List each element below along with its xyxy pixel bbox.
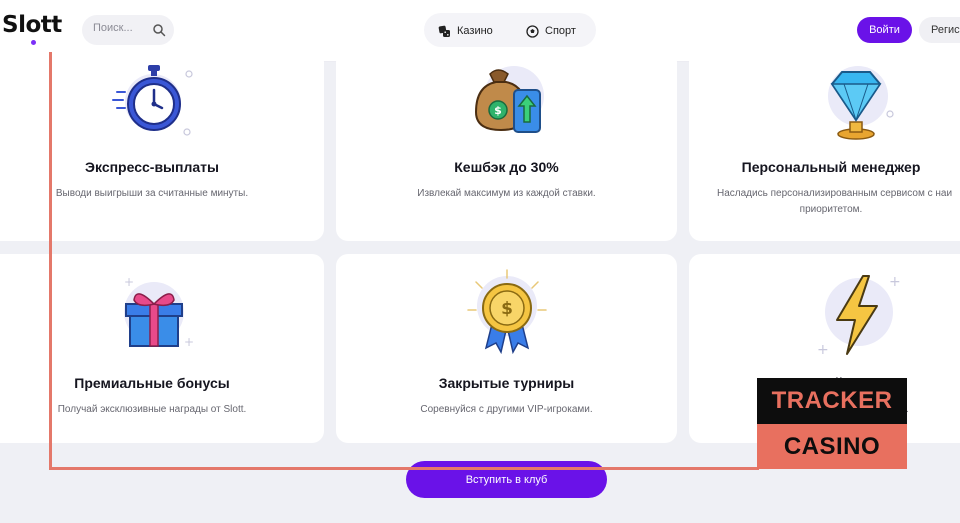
nav-sport-label: Спорт — [545, 25, 576, 37]
logo[interactable]: Slott — [2, 12, 62, 38]
money-bag-icon: $ — [474, 66, 544, 133]
gift-icon: + + — [124, 275, 194, 349]
tracker-badge: TRACKER — [757, 378, 907, 424]
nav-casino[interactable]: Казино — [438, 22, 493, 40]
search-input[interactable] — [93, 22, 153, 34]
card-desc-line1: Насладись персонализированным сервисом с… — [717, 188, 953, 199]
casino-badge: CASINO — [757, 424, 907, 469]
feature-card-closed-tournaments: $ Закрытые турниры Соревнуйся с другими … — [336, 254, 677, 443]
soccer-ball-icon — [526, 24, 539, 38]
svg-text:+: + — [889, 274, 901, 290]
card-title: Закрытые турниры — [438, 375, 575, 391]
feature-card-cashback: $ Кешбэк до 30% Извлекай максимум из каж… — [336, 50, 677, 241]
nav-sport[interactable]: Спорт — [526, 22, 576, 40]
svg-text:$: $ — [494, 104, 502, 117]
search-icon[interactable] — [152, 23, 166, 37]
diamond-icon — [828, 66, 894, 140]
svg-text:+: + — [124, 275, 134, 289]
svg-text:+: + — [184, 335, 194, 349]
medal-icon: $ — [467, 269, 547, 355]
logo-dot — [31, 40, 36, 45]
card-desc: Соревнуйся с другими VIP-игроками. — [420, 404, 593, 415]
card-desc: Извлекай максимум из каждой ставки. — [417, 188, 596, 199]
dice-icon — [438, 25, 450, 37]
search-box[interactable] — [82, 15, 174, 45]
lightning-icon: + + — [817, 274, 901, 358]
login-button[interactable]: Войти — [857, 17, 912, 43]
stopwatch-icon — [112, 65, 193, 136]
card-title: Кешбэк до 30% — [454, 159, 559, 175]
main-nav: Казино Спорт — [424, 13, 596, 47]
svg-text:$: $ — [501, 299, 513, 319]
card-desc-line2: приоритетом. — [799, 204, 863, 215]
overlay-line-horizontal — [49, 467, 759, 470]
nav-casino-label: Казино — [457, 25, 493, 37]
overlay-line-vertical — [49, 52, 52, 470]
feature-card-personal-manager: Персональный менеджер Насладись персонал… — [689, 50, 960, 241]
register-button[interactable]: Регис — [919, 17, 960, 43]
svg-text:+: + — [817, 342, 829, 358]
card-title: Персональный менеджер — [741, 159, 921, 175]
